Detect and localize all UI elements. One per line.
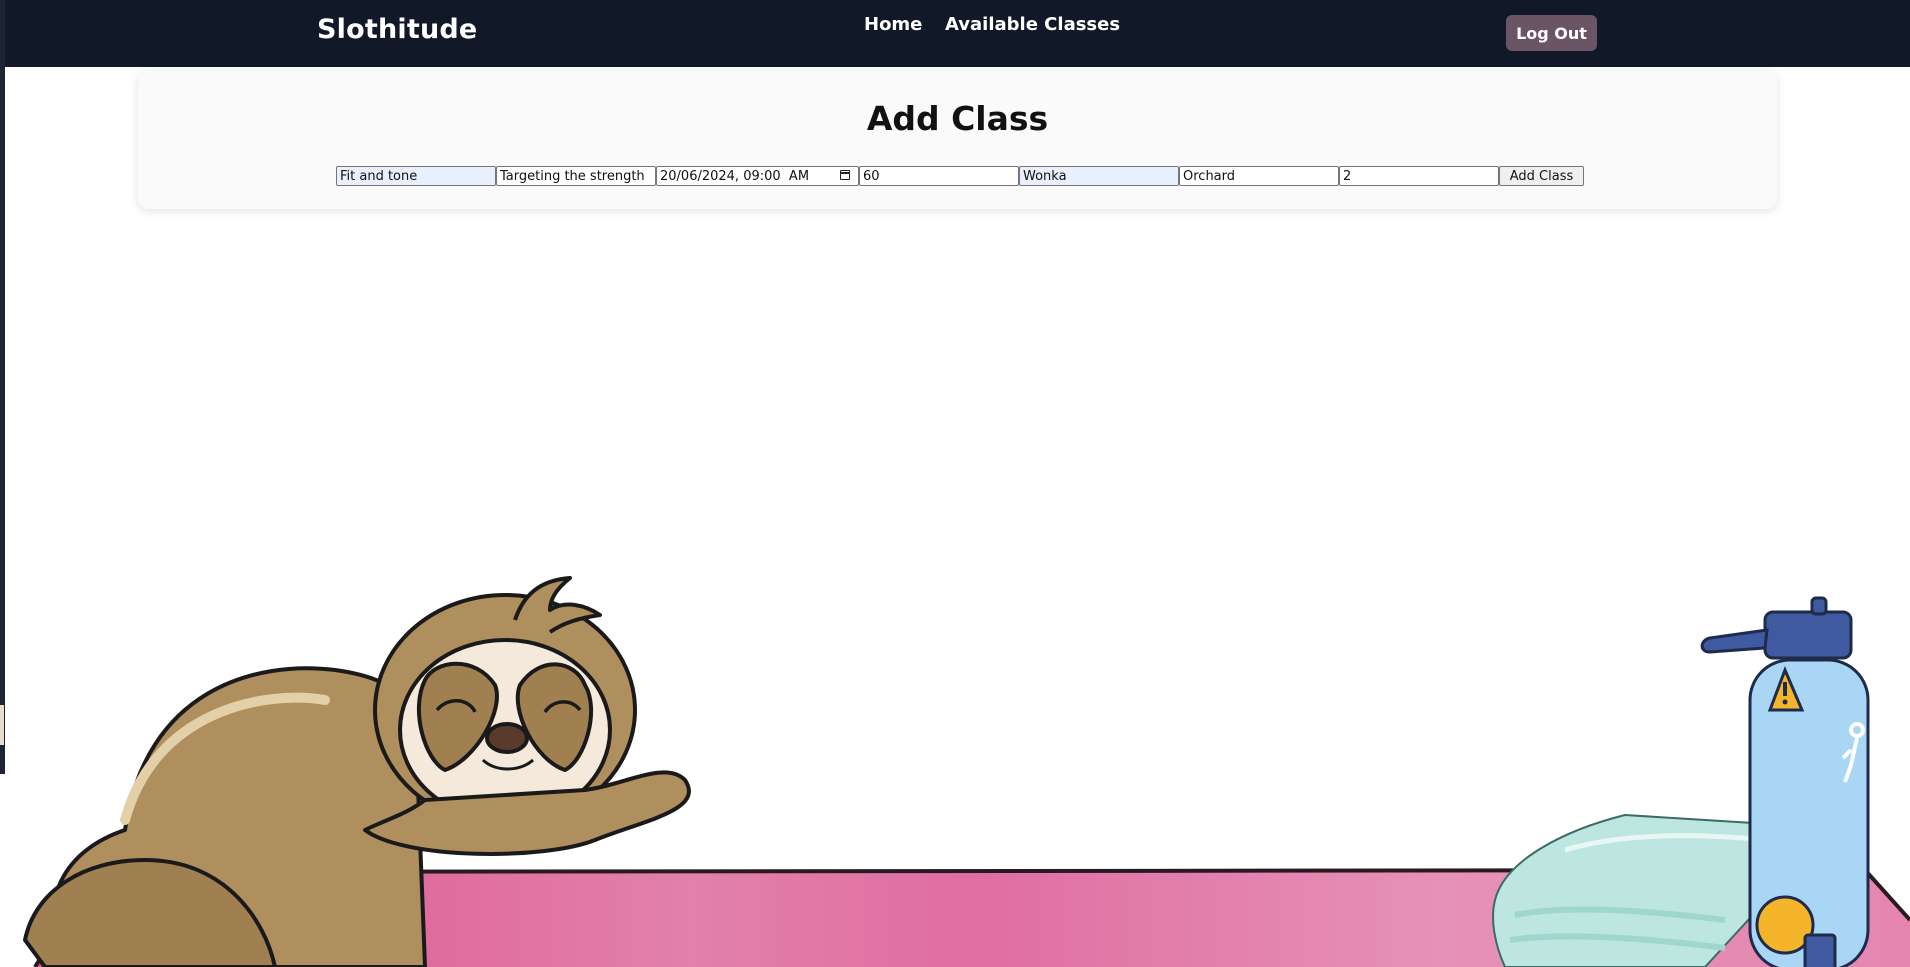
- logout-button[interactable]: Log Out: [1506, 15, 1597, 51]
- illustration-canvas: [23, 576, 1910, 967]
- add-class-button[interactable]: Add Class: [1499, 166, 1584, 186]
- class-duration-input[interactable]: [859, 166, 1019, 186]
- nav-link-available-classes[interactable]: Available Classes: [945, 14, 1120, 35]
- footer-illustration: [5, 560, 1910, 967]
- class-location-input[interactable]: [1179, 166, 1339, 186]
- page-title: Add Class: [866, 99, 1049, 138]
- add-class-card: Add Class Add Class: [138, 71, 1777, 209]
- class-datetime-input[interactable]: [656, 166, 859, 186]
- class-name-input[interactable]: [336, 166, 496, 186]
- brand-logo[interactable]: Slothitude: [317, 14, 477, 45]
- window-edge-highlight: [0, 705, 4, 745]
- class-description-input[interactable]: [496, 166, 656, 186]
- nav-link-home[interactable]: Home: [864, 14, 922, 35]
- calendar-icon[interactable]: [840, 170, 850, 180]
- class-capacity-input[interactable]: [1339, 166, 1499, 186]
- top-navbar: Slothitude Home Available Classes Log Ou…: [5, 0, 1910, 67]
- class-instructor-input[interactable]: [1019, 166, 1179, 186]
